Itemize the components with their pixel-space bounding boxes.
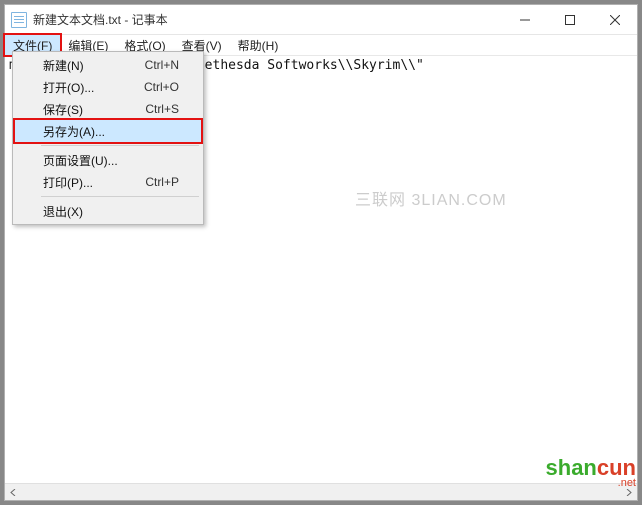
maximize-button[interactable] <box>547 5 592 34</box>
menu-separator <box>41 145 199 146</box>
window-title: 新建文本文档.txt - 记事本 <box>33 11 168 28</box>
menu-item-exit[interactable]: 退出(X) <box>15 200 201 222</box>
menu-item-label: 新建(N) <box>43 57 127 74</box>
menu-item-page-setup[interactable]: 页面设置(U)... <box>15 149 201 171</box>
file-menu-dropdown: 新建(N) Ctrl+N 打开(O)... Ctrl+O 保存(S) Ctrl+… <box>12 51 204 225</box>
menu-help[interactable]: 帮助(H) <box>230 35 287 55</box>
menu-item-label: 页面设置(U)... <box>43 152 161 169</box>
menu-item-print[interactable]: 打印(P)... Ctrl+P <box>15 171 201 193</box>
menu-item-label: 另存为(A)... <box>43 123 161 140</box>
close-button[interactable] <box>592 5 637 34</box>
menu-item-save[interactable]: 保存(S) Ctrl+S <box>15 98 201 120</box>
menu-item-shortcut: Ctrl+P <box>145 175 179 189</box>
menu-item-save-as[interactable]: 另存为(A)... <box>15 120 201 142</box>
notepad-icon <box>11 12 27 28</box>
horizontal-scrollbar[interactable] <box>5 483 637 500</box>
menu-item-shortcut: Ctrl+O <box>144 80 179 94</box>
menu-item-label: 保存(S) <box>43 101 127 118</box>
menu-item-shortcut: Ctrl+N <box>145 58 179 72</box>
window-controls <box>502 5 637 34</box>
scroll-left-arrow[interactable] <box>5 484 22 501</box>
minimize-button[interactable] <box>502 5 547 34</box>
menu-item-open[interactable]: 打开(O)... Ctrl+O <box>15 76 201 98</box>
menu-item-new[interactable]: 新建(N) Ctrl+N <box>15 54 201 76</box>
menu-item-shortcut: Ctrl+S <box>145 102 179 116</box>
menu-item-label: 打印(P)... <box>43 174 127 191</box>
menu-item-label: 打开(O)... <box>43 79 126 96</box>
menu-separator <box>41 196 199 197</box>
titlebar: 新建文本文档.txt - 记事本 <box>5 5 637 35</box>
menu-item-label: 退出(X) <box>43 203 161 220</box>
scroll-track[interactable] <box>22 484 620 501</box>
scroll-right-arrow[interactable] <box>620 484 637 501</box>
